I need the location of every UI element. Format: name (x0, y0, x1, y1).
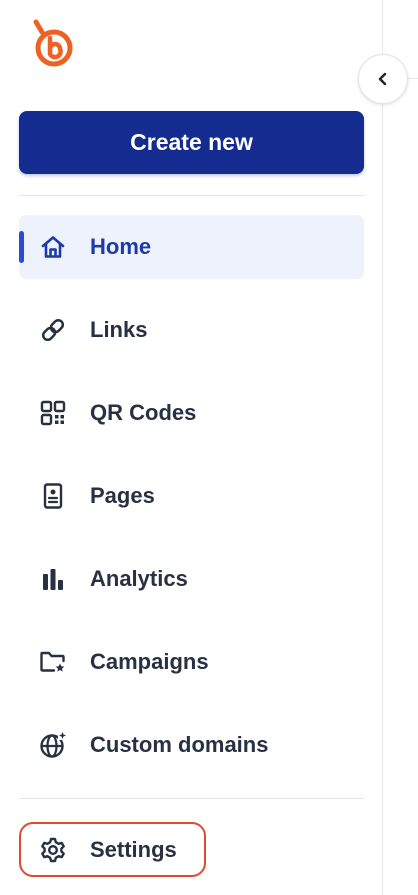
sidebar-item-label: Settings (90, 837, 177, 862)
create-new-button[interactable]: Create new (19, 111, 364, 174)
sidebar-divider-bottom (19, 798, 364, 799)
collapse-sidebar-button[interactable] (358, 54, 408, 104)
bar-chart-icon (39, 565, 67, 593)
sidebar-item-label: Campaigns (90, 649, 209, 674)
sidebar-item-label: Custom domains (90, 732, 269, 757)
sidebar-item-settings[interactable]: Settings (19, 818, 364, 882)
main-content (384, 0, 418, 895)
sidebar-item-analytics[interactable]: Analytics (19, 547, 364, 611)
sidebar-item-label: Links (90, 317, 148, 342)
sidebar: Create new Home Links QR Codes Pages Ana… (0, 0, 383, 895)
sidebar-divider-top (19, 195, 364, 196)
active-indicator (19, 231, 24, 263)
app-window: Create new Home Links QR Codes Pages Ana… (0, 0, 418, 895)
chevron-left-icon (375, 71, 391, 87)
link-icon (39, 316, 67, 344)
sidebar-item-label: Home (90, 234, 152, 259)
sidebar-item-label: QR Codes (90, 400, 197, 425)
qr-code-icon (39, 399, 67, 427)
sidebar-item-home[interactable]: Home (19, 215, 364, 279)
sidebar-item-custom-domains[interactable]: Custom domains (19, 713, 364, 777)
sidebar-item-links[interactable]: Links (19, 298, 364, 362)
gear-icon (39, 836, 67, 864)
sidebar-item-label: Analytics (90, 566, 188, 591)
bitly-logo-icon[interactable] (27, 16, 81, 70)
folder-star-icon (39, 648, 67, 676)
home-icon (39, 233, 67, 261)
sidebar-item-campaigns[interactable]: Campaigns (19, 630, 364, 694)
sidebar-item-label: Pages (90, 483, 155, 508)
page-icon (39, 482, 67, 510)
globe-sparkle-icon (39, 731, 67, 759)
sidebar-item-pages[interactable]: Pages (19, 464, 364, 528)
sidebar-item-qr-codes[interactable]: QR Codes (19, 381, 364, 445)
